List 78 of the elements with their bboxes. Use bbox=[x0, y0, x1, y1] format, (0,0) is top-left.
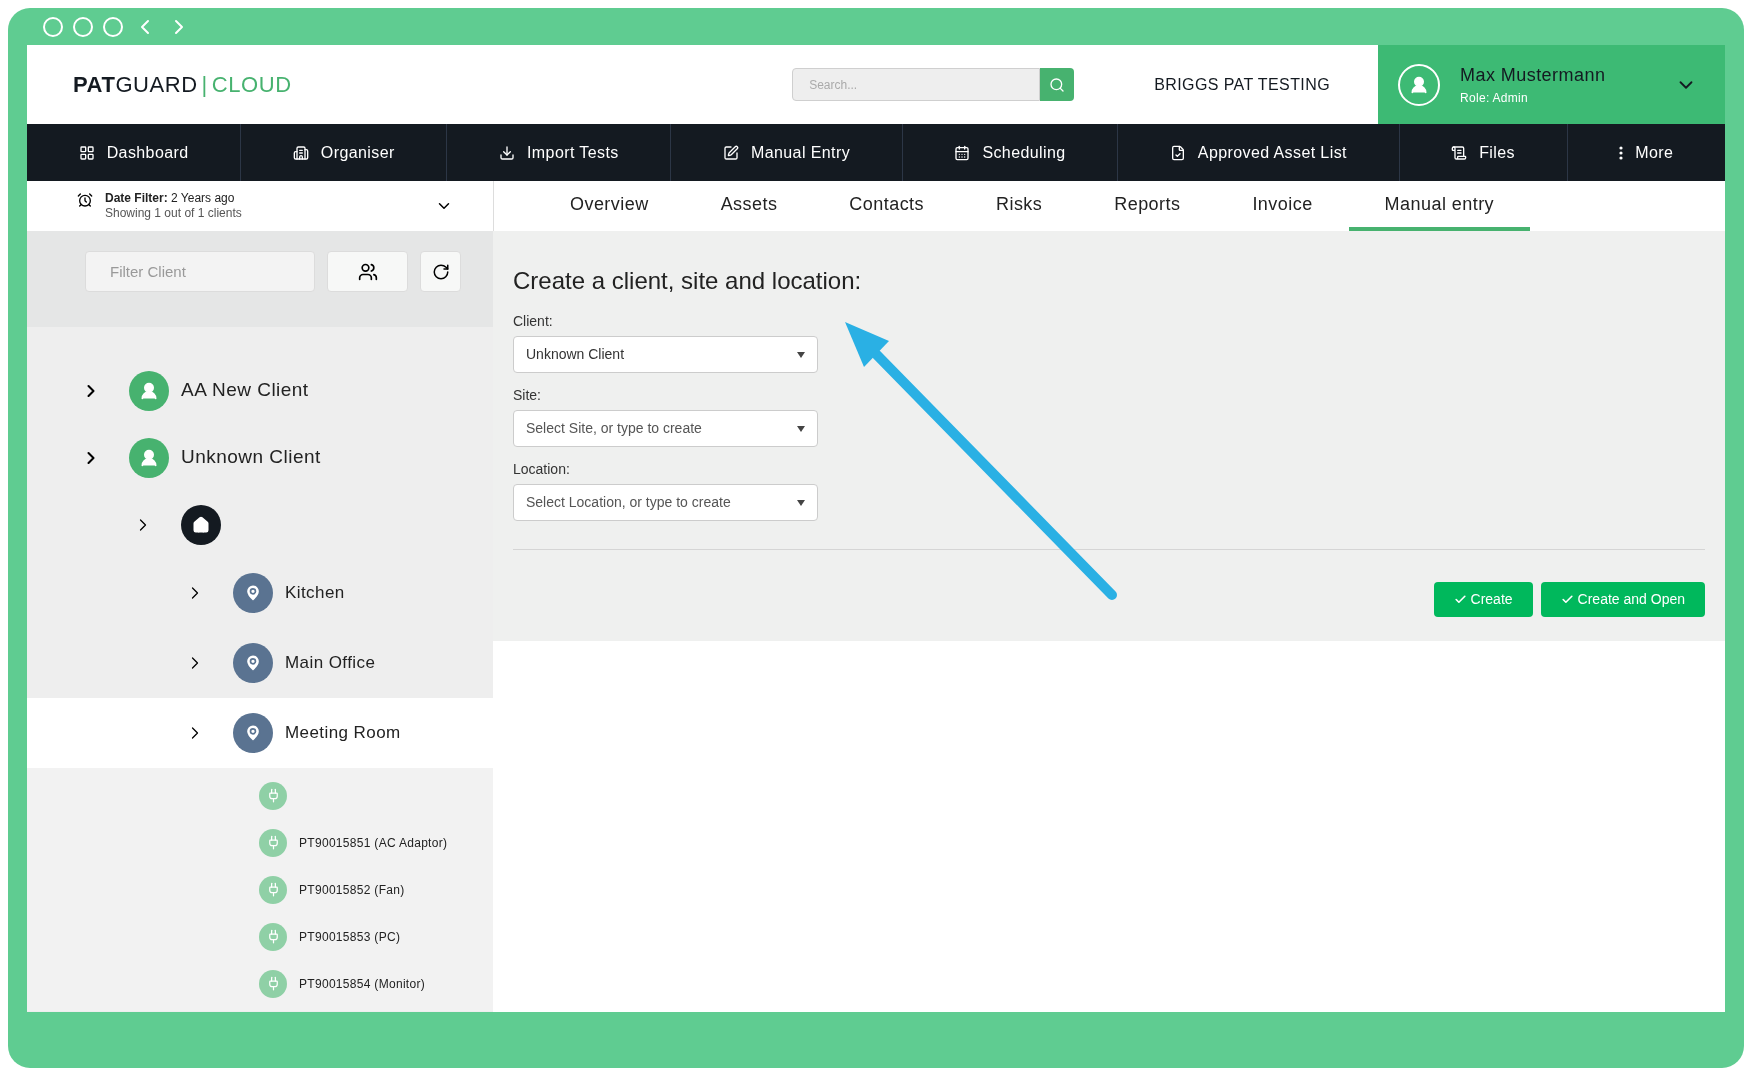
form-title: Create a client, site and location: bbox=[513, 266, 863, 296]
tree-label: PT90015851 (AC Adaptor) bbox=[299, 834, 448, 852]
user-icon bbox=[129, 370, 169, 411]
nav-item[interactable]: More bbox=[1567, 124, 1725, 181]
dropdown-icon bbox=[797, 351, 805, 358]
tab[interactable]: Overview bbox=[534, 181, 685, 231]
user-icon bbox=[129, 437, 169, 478]
search-button[interactable] bbox=[1040, 68, 1075, 101]
building-icon bbox=[292, 144, 309, 161]
download-icon bbox=[499, 144, 515, 161]
nav-item[interactable]: Scheduling bbox=[902, 124, 1119, 181]
tree-label: PT90015852 (Fan) bbox=[299, 881, 405, 899]
user-name: Max Mustermann bbox=[1460, 64, 1606, 87]
dropdown-icon bbox=[797, 425, 805, 432]
logo: PATGUARD | CLOUD bbox=[73, 71, 292, 99]
field-label: Location: bbox=[513, 460, 571, 479]
select-field[interactable]: Select Site, or type to create bbox=[513, 410, 818, 447]
user-role: Role: Admin bbox=[1460, 90, 1529, 107]
calendar-icon bbox=[954, 144, 971, 161]
tree-label: Meeting Room bbox=[285, 722, 401, 745]
tree-label: PT90015853 (PC) bbox=[299, 928, 401, 946]
plug-icon bbox=[259, 875, 287, 904]
plug-icon bbox=[259, 828, 287, 857]
tree-row[interactable]: Unknown Client bbox=[27, 424, 493, 491]
plug-icon bbox=[259, 969, 287, 998]
select-field[interactable]: Select Location, or type to create bbox=[513, 484, 818, 521]
tree-row[interactable]: AA New Client bbox=[27, 357, 493, 424]
document-icon bbox=[1451, 144, 1468, 161]
tab[interactable]: Invoice bbox=[1216, 181, 1349, 231]
filter-client-field[interactable]: Filter Client bbox=[85, 251, 315, 292]
alarm-clock-icon bbox=[77, 192, 93, 208]
tree-row[interactable]: Meeting Room bbox=[27, 698, 493, 768]
checklist-icon bbox=[1169, 144, 1186, 161]
tab[interactable]: Risks bbox=[960, 181, 1079, 231]
tree-label: Unknown Client bbox=[181, 445, 321, 470]
refresh-button[interactable] bbox=[420, 251, 461, 292]
edit-icon bbox=[723, 144, 739, 161]
house-icon bbox=[181, 504, 221, 545]
tree-row[interactable]: Kitchen bbox=[27, 558, 493, 628]
user-panel[interactable]: Max Mustermann Role: Admin bbox=[1378, 45, 1725, 124]
tree-label: PT90015854 (Monitor) bbox=[299, 975, 426, 993]
map-pin-icon bbox=[233, 573, 273, 613]
tree-row[interactable]: Main Office bbox=[27, 628, 493, 698]
map-pin-icon bbox=[233, 713, 273, 753]
tree-label: Main Office bbox=[285, 652, 376, 675]
check-icon bbox=[1453, 593, 1467, 606]
add-users-icon bbox=[357, 261, 378, 282]
user-avatar-icon bbox=[1398, 63, 1440, 106]
tab[interactable]: Contacts bbox=[813, 181, 960, 231]
grid-icon bbox=[78, 144, 95, 161]
nav-item[interactable]: Files bbox=[1399, 124, 1568, 181]
tree-row[interactable]: PT90015854 (Monitor) bbox=[27, 960, 493, 1007]
search-field[interactable]: Search... bbox=[792, 68, 1041, 101]
check-icon bbox=[1560, 593, 1574, 606]
select-field[interactable]: Unknown Client bbox=[513, 336, 818, 373]
tree-label: AA New Client bbox=[181, 378, 309, 403]
refresh-icon bbox=[431, 262, 450, 281]
plug-icon bbox=[259, 922, 287, 951]
clients-count: Showing 1 out of 1 clients bbox=[105, 206, 242, 221]
nav-item[interactable]: Approved Asset List bbox=[1118, 124, 1400, 181]
tree-row[interactable]: PT90015853 (PC) bbox=[27, 913, 493, 960]
more-icon bbox=[1619, 145, 1624, 160]
plug-icon bbox=[259, 781, 287, 810]
map-pin-icon bbox=[233, 643, 273, 683]
field-label: Site: bbox=[513, 386, 542, 405]
tab[interactable]: Assets bbox=[684, 181, 814, 231]
field-label: Client: bbox=[513, 312, 554, 331]
date-filter[interactable]: Date Filter: 2 Years ago Showing 1 out of 1 clients bbox=[27, 181, 493, 231]
add-client-button[interactable] bbox=[327, 251, 408, 292]
tree-label: Kitchen bbox=[285, 582, 345, 605]
tab[interactable]: Reports bbox=[1078, 181, 1217, 231]
tree-row[interactable]: PT90015852 (Fan) bbox=[27, 866, 493, 913]
search-icon bbox=[1049, 76, 1066, 93]
company-name: BRIGGS PAT TESTING bbox=[1154, 74, 1330, 95]
dropdown-icon bbox=[797, 499, 805, 506]
date-filter-label: Date Filter: 2 Years ago bbox=[105, 191, 236, 206]
tree-row[interactable]: PT90015851 (AC Adaptor) bbox=[27, 819, 493, 866]
nav-item[interactable]: Manual Entry bbox=[671, 124, 903, 181]
